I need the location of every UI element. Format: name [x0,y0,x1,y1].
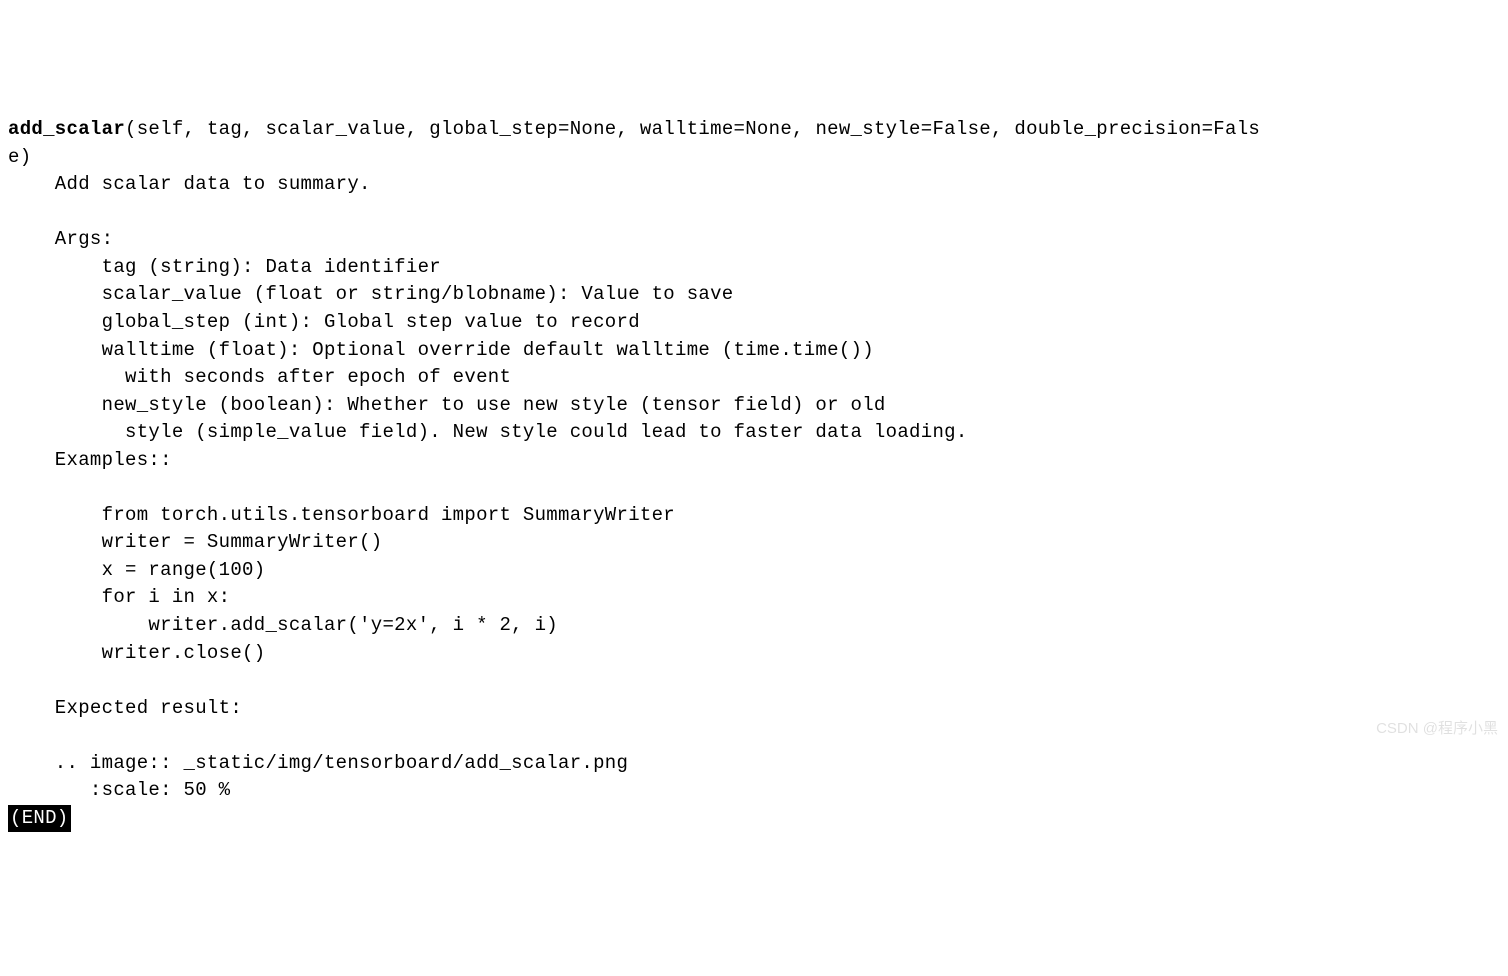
description-line: Add scalar data to summary. [8,173,371,195]
example-code-line: x = range(100) [8,559,265,581]
args-line: new_style (boolean): Whether to use new … [8,394,886,416]
example-code-line: writer.add_scalar('y=2x', i * 2, i) [8,614,558,636]
example-code-line: writer.close() [8,642,265,664]
image-directive-line: :scale: 50 % [8,779,230,801]
args-heading: Args: [8,228,113,250]
example-code-line: from torch.utils.tensorboard import Summ… [8,504,675,526]
watermark-text: CSDN @程序小黑 [1376,718,1498,740]
function-params: (self, tag, scalar_value, global_step=No… [125,118,1260,140]
args-line: with seconds after epoch of event [8,366,511,388]
example-code-line: for i in x: [8,586,230,608]
expected-result-heading: Expected result: [8,697,242,719]
function-signature: add_scalar(self, tag, scalar_value, glob… [8,118,1260,140]
example-code-line: writer = SummaryWriter() [8,531,382,553]
image-directive-line: .. image:: _static/img/tensorboard/add_s… [8,752,628,774]
args-line: tag (string): Data identifier [8,256,441,278]
args-line: walltime (float): Optional override defa… [8,339,874,361]
args-line: scalar_value (float or string/blobname):… [8,283,734,305]
pager-end-marker: (END) [8,805,71,833]
examples-heading: Examples:: [8,449,172,471]
args-line: style (simple_value field). New style co… [8,421,968,443]
function-params-wrap: e) [8,146,31,168]
function-name: add_scalar [8,118,125,140]
args-line: global_step (int): Global step value to … [8,311,640,333]
